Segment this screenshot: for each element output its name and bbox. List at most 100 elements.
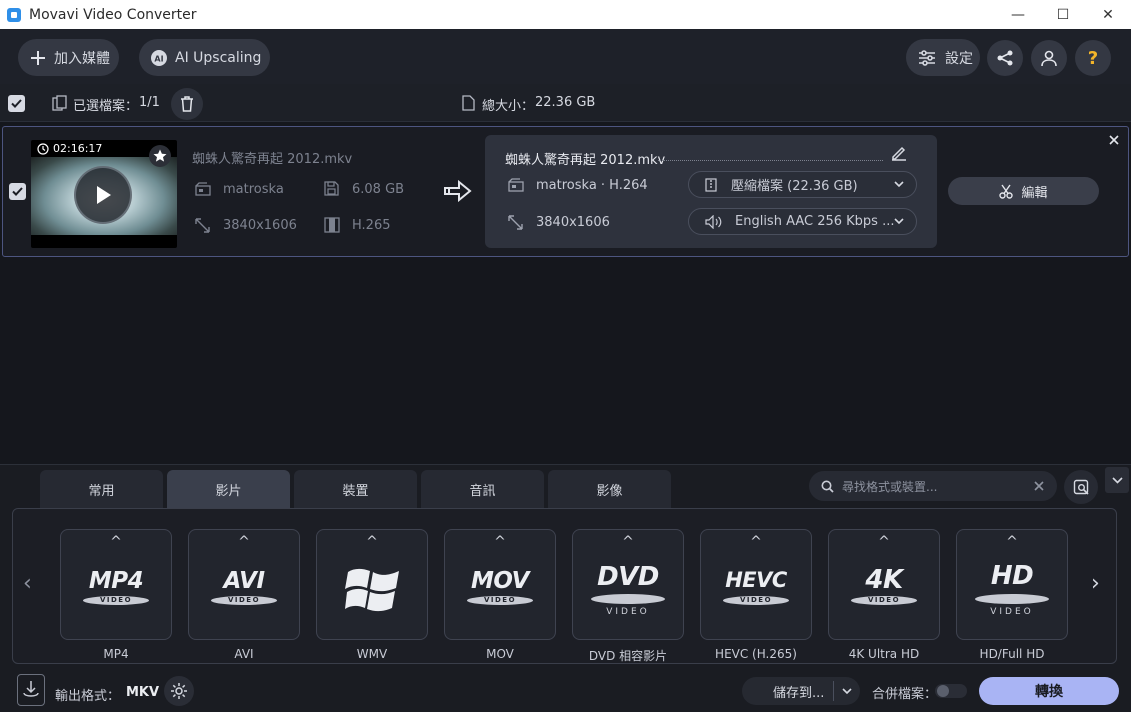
add-media-button[interactable]: 加入媒體 xyxy=(18,39,119,76)
clear-search-icon[interactable] xyxy=(1034,481,1044,491)
selection-bar: 已選檔案： 1/1 總大小： 22.36 GB xyxy=(0,84,1131,122)
format-label: HD/Full HD xyxy=(979,647,1045,661)
star-icon xyxy=(153,149,167,162)
maximize-button[interactable]: ☐ xyxy=(1040,0,1086,29)
source-container: matroska xyxy=(223,182,284,197)
remove-file-icon[interactable] xyxy=(1109,135,1119,145)
download-tray-icon xyxy=(23,681,39,697)
chevron-down-icon xyxy=(894,218,904,225)
settings-button[interactable]: 設定 xyxy=(906,39,980,76)
format-label: HEVC (H.265) xyxy=(715,647,797,661)
bottom-bar: 輸出格式： MKV 儲存到... 合併檔案： 轉換 xyxy=(0,668,1131,712)
tab-devices[interactable]: 裝置 xyxy=(294,470,417,508)
format-card-mov[interactable]: ^ MOV VIDEO xyxy=(444,529,556,640)
output-resolution: 3840x1606 xyxy=(536,215,610,230)
format-label: AVI xyxy=(234,647,254,661)
chevron-up-icon[interactable]: ^ xyxy=(317,534,427,550)
favorite-button[interactable] xyxy=(149,145,171,167)
video-thumbnail[interactable]: 02:16:17 xyxy=(31,140,177,248)
output-format-value[interactable]: MKV xyxy=(126,685,159,700)
format-card-dvd[interactable]: ^ DVD VIDEO xyxy=(572,529,684,640)
file-icon xyxy=(462,95,475,111)
scroll-right-icon[interactable]: › xyxy=(1091,571,1100,596)
clock-icon xyxy=(37,143,49,155)
close-window-button[interactable]: ✕ xyxy=(1085,0,1131,29)
save-to-label: 儲存到... xyxy=(773,685,825,701)
share-button[interactable] xyxy=(987,40,1023,76)
minimize-button[interactable]: — xyxy=(995,0,1041,29)
format-card-wmv[interactable]: ^ xyxy=(316,529,428,640)
chevron-up-icon[interactable]: ^ xyxy=(573,534,683,550)
format-card-hevc[interactable]: ^ HEVC VIDEO xyxy=(700,529,812,640)
output-container-codec: matroska · H.264 xyxy=(536,178,648,193)
format-card-avi[interactable]: ^ AVI VIDEO xyxy=(188,529,300,640)
hevc-logo: HEVC xyxy=(725,568,787,592)
tab-popular[interactable]: 常用 xyxy=(40,470,163,508)
account-button[interactable] xyxy=(1031,40,1067,76)
chevron-down-icon[interactable] xyxy=(842,688,852,695)
format-card-hd[interactable]: ^ HD VIDEO xyxy=(956,529,1068,640)
format-search-input[interactable]: 尋找格式或裝置... xyxy=(809,471,1057,501)
video-disc-badge: VIDEO xyxy=(851,596,917,605)
edit-button[interactable]: 編輯 xyxy=(948,177,1099,205)
delete-button[interactable] xyxy=(171,88,203,120)
compress-file-dropdown[interactable]: 壓縮檔案 (22.36 GB) xyxy=(688,171,917,198)
video-duration: 02:16:17 xyxy=(53,142,103,155)
add-media-label: 加入媒體 xyxy=(54,50,110,67)
select-all-checkbox[interactable] xyxy=(8,95,25,112)
video-container-icon xyxy=(508,178,524,192)
chevron-up-icon[interactable]: ^ xyxy=(189,534,299,550)
ai-upscaling-button[interactable]: AI AI Upscaling xyxy=(139,39,270,76)
zip-icon xyxy=(705,177,717,192)
ai-upscaling-label: AI Upscaling xyxy=(175,49,262,66)
tab-label: 常用 xyxy=(88,483,115,499)
save-to-button[interactable]: 儲存到... xyxy=(742,677,860,705)
chevron-up-icon[interactable]: ^ xyxy=(829,534,939,550)
check-icon xyxy=(11,99,22,108)
format-gallery: ‹ ^ MP4 VIDEO MP4 ^ AVI VIDEO AVI ^ WMV … xyxy=(12,508,1117,664)
output-format-icon[interactable] xyxy=(17,674,45,706)
rename-pencil-icon[interactable] xyxy=(890,144,908,162)
tab-video[interactable]: 影片 xyxy=(167,470,290,508)
file-checkbox[interactable] xyxy=(9,183,26,200)
windows-logo-icon xyxy=(345,568,399,612)
chevron-up-icon[interactable]: ^ xyxy=(701,534,811,550)
output-settings-panel: 蜘蛛人驚奇再起 2012.mkv matroska · H.264 3840x1… xyxy=(485,135,937,248)
format-card-4k[interactable]: ^ 4K VIDEO xyxy=(828,529,940,640)
output-settings-button[interactable] xyxy=(164,676,194,706)
sliders-icon xyxy=(919,49,935,66)
merge-files-label: 合併檔案： xyxy=(872,687,938,702)
file-row[interactable]: 02:16:17 蜘蛛人驚奇再起 2012.mkv matroska 6.08 … xyxy=(2,126,1129,257)
user-icon xyxy=(1041,50,1057,67)
chevron-up-icon[interactable]: ^ xyxy=(61,534,171,550)
tab-audio[interactable]: 音訊 xyxy=(421,470,544,508)
video-disc-badge: VIDEO xyxy=(723,596,789,605)
mp4-logo: MP4 xyxy=(88,568,144,594)
format-label: 4K Ultra HD xyxy=(848,647,920,661)
audio-track-dropdown[interactable]: English AAC 256 Kbps ... xyxy=(688,208,917,235)
title-bar: Movavi Video Converter — ☐ ✕ xyxy=(0,0,1131,29)
format-card-mp4[interactable]: ^ MP4 VIDEO xyxy=(60,529,172,640)
format-label: WMV xyxy=(356,647,388,661)
speaker-icon xyxy=(705,214,722,229)
tab-images[interactable]: 影像 xyxy=(548,470,671,508)
help-button[interactable]: ? xyxy=(1075,40,1111,76)
collapse-panel-button[interactable] xyxy=(1105,467,1129,493)
ai-chip-icon: AI xyxy=(151,49,167,66)
format-label: DVD 相容影片 xyxy=(588,649,668,663)
format-detect-button[interactable] xyxy=(1064,470,1098,504)
4k-logo: 4K xyxy=(865,565,903,595)
video-disc-badge: VIDEO xyxy=(83,596,149,605)
share-icon xyxy=(997,50,1013,66)
play-button[interactable] xyxy=(74,166,132,224)
avi-logo: AVI xyxy=(223,568,265,594)
scroll-left-icon[interactable]: ‹ xyxy=(23,571,32,596)
chevron-up-icon[interactable]: ^ xyxy=(957,534,1067,550)
audio-track-label: English AAC 256 Kbps ... xyxy=(735,214,895,229)
merge-files-toggle[interactable] xyxy=(935,684,967,698)
resize-icon xyxy=(508,215,523,230)
output-filename[interactable]: 蜘蛛人驚奇再起 2012.mkv xyxy=(505,149,665,168)
chevron-up-icon[interactable]: ^ xyxy=(445,534,555,550)
chevron-down-icon xyxy=(894,181,904,188)
convert-button[interactable]: 轉換 xyxy=(979,677,1119,705)
